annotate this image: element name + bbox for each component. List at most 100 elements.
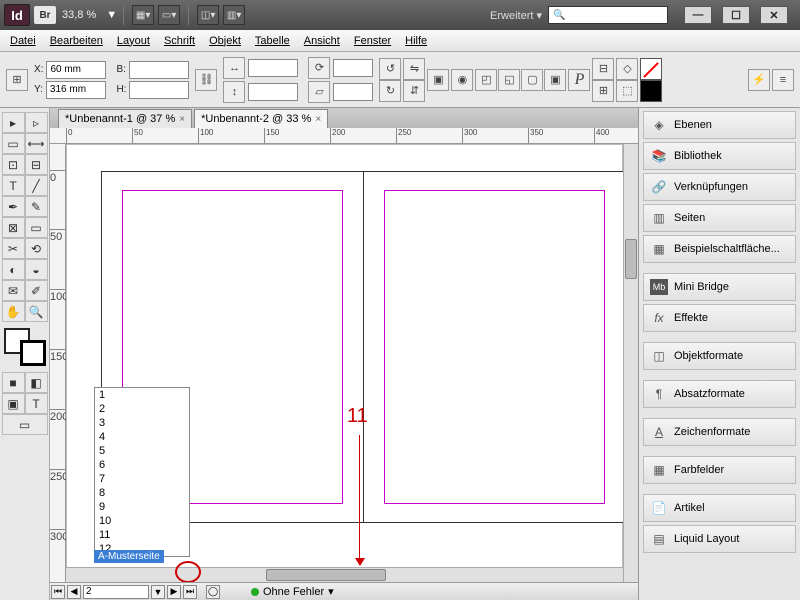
fit-content-icon[interactable]: ◰ (475, 69, 497, 91)
vertical-ruler[interactable]: 0 50 100 150 200 250 300 (50, 144, 66, 582)
w-field[interactable] (129, 61, 189, 79)
panel-zeichenformate[interactable]: AZeichenformate (643, 418, 796, 446)
horizontal-scrollbar[interactable] (66, 567, 623, 582)
apply-gradient-icon[interactable]: ◧ (25, 372, 48, 393)
gap-tool[interactable]: ⟷ (25, 133, 48, 154)
view-mode-icon[interactable]: ▭ (2, 414, 48, 435)
preflight-status[interactable]: Ohne Fehler ▾ (251, 585, 334, 598)
minimize-button[interactable]: — (684, 6, 712, 24)
effects-icon[interactable]: ⬚ (616, 80, 638, 102)
content-collector-tool[interactable]: ⊡ (2, 154, 25, 175)
apply-color-icon[interactable]: ■ (2, 372, 25, 393)
fill-stroke-widget[interactable] (2, 326, 48, 368)
distribute-icon[interactable]: ⊞ (592, 80, 614, 102)
help-search-input[interactable] (548, 6, 668, 24)
quick-apply-icon[interactable]: ⚡ (748, 69, 770, 91)
pathfinder-icon[interactable]: ◇ (616, 58, 638, 80)
panel-objektformate[interactable]: ◫Objektformate (643, 342, 796, 370)
gradient-feather-tool[interactable]: ◒ (25, 259, 48, 280)
vertical-scrollbar[interactable] (623, 144, 638, 582)
panel-artikel[interactable]: 📄Artikel (643, 494, 796, 522)
content-placer-tool[interactable]: ⊟ (25, 154, 48, 175)
center-content-icon[interactable]: ▢ (521, 69, 543, 91)
control-menu-icon[interactable]: ≡ (772, 69, 794, 91)
fill-frame-icon[interactable]: ▣ (544, 69, 566, 91)
arrange-icon[interactable]: ◫▾ (197, 5, 219, 25)
workspace-switcher[interactable]: Erweitert ▾ (490, 9, 548, 22)
panel-farbfelder[interactable]: ▦Farbfelder (643, 456, 796, 484)
menu-bearbeiten[interactable]: Bearbeiten (50, 35, 103, 47)
rotate-icon[interactable]: ⟳ (308, 57, 330, 79)
open-dialog-button[interactable]: ◯ (206, 585, 220, 599)
canvas[interactable]: 11 1 2 3 4 5 6 7 8 9 10 11 12 A-Must (66, 144, 623, 582)
scale-x-icon[interactable]: ↔ (223, 57, 245, 79)
rectangle-tool[interactable]: ▭ (25, 217, 48, 238)
scale-x-field[interactable] (248, 59, 298, 77)
first-page-button[interactable]: ⏮ (51, 585, 65, 599)
last-page-button[interactable]: ⏭ (183, 585, 197, 599)
scale-y-icon[interactable]: ↕ (223, 81, 245, 103)
panel-mini-bridge[interactable]: MbMini Bridge (643, 273, 796, 301)
popup-item[interactable]: 4 (95, 430, 189, 444)
flip-v-icon[interactable]: ⇵ (403, 80, 425, 102)
popup-master-highlight[interactable]: A-Musterseite (94, 550, 164, 563)
hand-tool[interactable]: ✋ (2, 301, 25, 322)
menu-objekt[interactable]: Objekt (209, 35, 241, 47)
popup-item[interactable]: 5 (95, 444, 189, 458)
rotate-field[interactable] (333, 59, 373, 77)
constrain-icon[interactable]: ⛓ (195, 69, 217, 91)
rotate-ccw-icon[interactable]: ↺ (379, 58, 401, 80)
selection-tool[interactable]: ▸ (2, 112, 25, 133)
select-container-icon[interactable]: ▣ (427, 69, 449, 91)
scrollbar-thumb[interactable] (266, 569, 386, 581)
panel-bibliothek[interactable]: 📚Bibliothek (643, 142, 796, 170)
reveal-icon[interactable]: ▥▾ (223, 5, 245, 25)
zoom-percent[interactable]: 33,8 % (62, 9, 96, 21)
reference-point-icon[interactable]: ⊞ (6, 69, 28, 91)
zoom-tool[interactable]: 🔍 (25, 301, 48, 322)
h-field[interactable] (129, 81, 189, 99)
formatting-text-icon[interactable]: T (25, 393, 48, 414)
select-content-icon[interactable]: ◉ (451, 69, 473, 91)
screen-mode-icon[interactable]: ▭▾ (158, 5, 180, 25)
close-tab-icon[interactable]: × (179, 114, 185, 125)
page-number-popup[interactable]: 1 2 3 4 5 6 7 8 9 10 11 12 (94, 387, 190, 557)
popup-item[interactable]: 7 (95, 472, 189, 486)
rotate-cw-icon[interactable]: ↻ (379, 80, 401, 102)
gradient-swatch-tool[interactable]: ◐ (2, 259, 25, 280)
pen-tool[interactable]: ✒ (2, 196, 25, 217)
menu-datei[interactable]: Datei (10, 35, 36, 47)
stroke-swatch[interactable] (640, 80, 662, 102)
popup-item[interactable]: 2 (95, 402, 189, 416)
line-tool[interactable]: ╱ (25, 175, 48, 196)
horizontal-ruler[interactable]: 0 50 100 150 200 250 300 350 400 (50, 128, 638, 144)
fill-swatch[interactable] (640, 58, 662, 80)
panel-verknuepfungen[interactable]: 🔗Verknüpfungen (643, 173, 796, 201)
document-tab-1[interactable]: *Unbenannt-1 @ 37 %× (58, 109, 192, 128)
scale-y-field[interactable] (248, 83, 298, 101)
panel-liquid-layout[interactable]: ▤Liquid Layout (643, 525, 796, 553)
panel-ebenen[interactable]: ◈Ebenen (643, 111, 796, 139)
page-dropdown-button[interactable]: ▼ (151, 585, 165, 599)
formatting-container-icon[interactable]: ▣ (2, 393, 25, 414)
popup-item[interactable]: 3 (95, 416, 189, 430)
note-tool[interactable]: ✉ (2, 280, 25, 301)
menu-layout[interactable]: Layout (117, 35, 150, 47)
view-options-icon[interactable]: ▦▾ (132, 5, 154, 25)
panel-seiten[interactable]: ▥Seiten (643, 204, 796, 232)
popup-item[interactable]: 10 (95, 514, 189, 528)
shear-field[interactable] (333, 83, 373, 101)
menu-hilfe[interactable]: Hilfe (405, 35, 427, 47)
y-field[interactable] (46, 81, 106, 99)
page-number-field[interactable] (83, 585, 149, 599)
panel-beispielschaltflaeche[interactable]: ▦Beispielschaltfläche... (643, 235, 796, 263)
drop-cap-icon[interactable]: P (568, 69, 590, 91)
fit-frame-icon[interactable]: ◱ (498, 69, 520, 91)
menu-ansicht[interactable]: Ansicht (304, 35, 340, 47)
direct-selection-tool[interactable]: ▹ (25, 112, 48, 133)
rectangle-frame-tool[interactable]: ⊠ (2, 217, 25, 238)
popup-item[interactable]: 11 (95, 528, 189, 542)
x-field[interactable] (46, 61, 106, 79)
bridge-button[interactable]: Br (34, 6, 56, 24)
type-tool[interactable]: T (2, 175, 25, 196)
